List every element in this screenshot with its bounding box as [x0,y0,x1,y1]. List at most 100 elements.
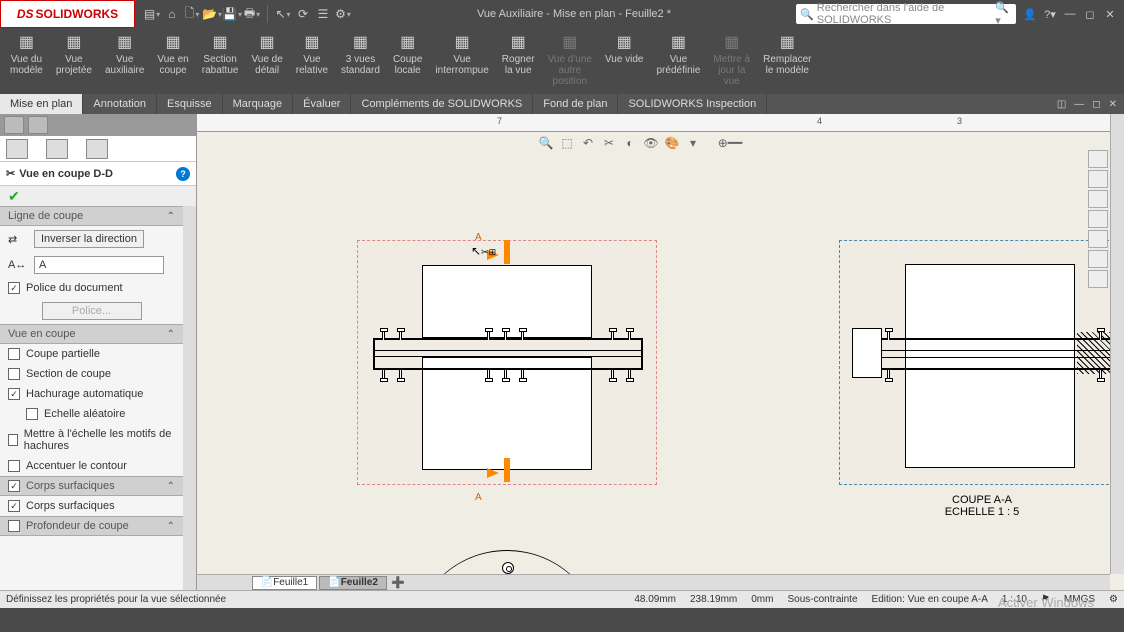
sheet-nav-last-icon[interactable]: ⏭ [236,576,250,589]
menu-icon[interactable]: ▤ [143,5,161,23]
view-palette-tab-icon[interactable] [1088,210,1108,228]
tab-close-icon[interactable]: ✕ [1106,99,1120,110]
ribbon-btn-12[interactable]: ▦Vue vide [599,30,650,92]
list-icon[interactable]: ☰ [314,5,332,23]
scale-hatch-checkbox[interactable] [8,434,18,446]
minimize-icon[interactable]: — [1062,6,1078,22]
hide-show-icon[interactable]: 👁 [642,134,660,152]
open-icon[interactable]: 📂 [203,5,221,23]
surface-bodies-header[interactable]: ✓ Corps surfaciques⌃ [0,476,183,496]
ribbon-btn-4[interactable]: ▦Sectionrabattue [196,30,245,92]
drawing-canvas[interactable]: 🔍 ⬚ ↶ ✂ ◐ 👁 🎨 ▾ ⊕━━ [197,132,1124,590]
ribbon-btn-1[interactable]: ▦Vueprojetée [50,30,98,92]
property-tab-icon[interactable] [46,139,68,159]
ribbon-tab-solidworks-inspection[interactable]: SOLIDWORKS Inspection [618,94,767,114]
prev-view-icon[interactable]: ↶ [579,134,597,152]
ribbon-tab-marquage[interactable]: Marquage [223,94,294,114]
ribbon-btn-15[interactable]: ▦Remplacerle modèle [757,30,817,92]
confirm-ok-icon[interactable]: ✔ [8,188,20,204]
ribbon-btn-13[interactable]: ▦Vueprédéfinie [651,30,707,92]
panel-tab-2[interactable] [28,116,48,134]
section-line-marker-bottom[interactable] [504,458,510,482]
panel-tab-1[interactable] [4,116,24,134]
zoom-fit-icon[interactable]: 🔍 [537,134,555,152]
reverse-direction-icon[interactable]: ⇄ [8,233,28,246]
print-icon[interactable]: 🖶 [243,5,261,23]
new-icon[interactable]: 🗋 [183,5,201,23]
cut-depth-header[interactable]: Profondeur de coupe⌃ [0,516,183,536]
display-style-icon[interactable]: ◐ [621,134,639,152]
user-icon[interactable]: 👤 [1022,6,1038,22]
maximize-icon[interactable]: ◻ [1082,6,1098,22]
settings-icon[interactable]: ⚙ [334,5,352,23]
partial-cut-checkbox[interactable] [8,348,20,360]
home-icon[interactable]: ⌂ [163,5,181,23]
forum-tab-icon[interactable] [1088,270,1108,288]
edit-appearance-icon[interactable]: 🎨 [663,134,681,152]
feature-tree-tab-icon[interactable] [6,139,28,159]
ribbon-tab-esquisse[interactable]: Esquisse [157,94,223,114]
status-gear-icon[interactable]: ⚙ [1109,594,1118,605]
auto-hatch-checkbox[interactable]: ✓ [8,388,20,400]
ribbon-btn-6[interactable]: ▦Vuerelative [290,30,334,92]
resources-tab-icon[interactable] [1088,150,1108,168]
ribbon-btn-8[interactable]: ▦Coupelocale [387,30,428,92]
section-line-marker-top[interactable] [504,240,510,264]
cursor-icon[interactable]: ↖ [274,5,292,23]
emphasize-contour-label: Accentuer le contour [26,460,127,472]
zoom-area-icon[interactable]: ⬚ [558,134,576,152]
help-search-input[interactable]: 🔍 Rechercher dans l'aide de SOLIDWORKS 🔍… [796,4,1016,24]
sheet-tab-2[interactable]: 📄 Feuille2 [319,576,387,590]
cut-section-checkbox[interactable] [8,368,20,380]
add-sheet-icon[interactable]: ➕ [387,576,409,589]
ribbon-btn-2[interactable]: ▦Vueauxiliaire [99,30,150,92]
emphasize-contour-checkbox[interactable] [8,460,20,472]
custom-props-tab-icon[interactable] [1088,250,1108,268]
doc-font-checkbox[interactable]: ✓ [8,282,20,294]
design-library-tab-icon[interactable] [1088,170,1108,188]
sheet-nav-first-icon[interactable]: ⏮ [197,576,211,589]
appearances-tab-icon[interactable] [1088,230,1108,248]
panel-scrollbar[interactable] [183,206,196,590]
ribbon-btn-9[interactable]: ▦Vueinterrompue [429,30,494,92]
tab-minimize-icon[interactable]: — [1071,99,1087,110]
random-scale-checkbox[interactable] [26,408,38,420]
file-explorer-tab-icon[interactable] [1088,190,1108,208]
panel-help-icon[interactable]: ? [176,167,190,181]
font-button[interactable]: Police... [42,302,142,320]
reverse-direction-button[interactable]: Inverser la direction [34,230,144,248]
cut-depth-section-checkbox[interactable] [8,520,20,532]
close-icon[interactable]: ✕ [1102,6,1118,22]
ribbon-tab-évaluer[interactable]: Évaluer [293,94,351,114]
ribbon-tab-fond-de-plan[interactable]: Fond de plan [533,94,618,114]
surface-bodies-checkbox[interactable]: ✓ [8,500,20,512]
ribbon-btn-3[interactable]: ▦Vue encoupe [151,30,194,92]
sheet-nav-prev-icon[interactable]: ◀ [211,576,223,589]
section-view-icon[interactable]: ✂ [600,134,618,152]
section-view-options-header[interactable]: Vue en coupe⌃ [0,324,183,344]
ribbon-tab-compléments-de-solidworks[interactable]: Compléments de SOLIDWORKS [351,94,533,114]
section-letter-input[interactable] [34,256,164,274]
scroll-right-icon[interactable]: ▶ [1090,576,1110,589]
rebuild-icon[interactable]: ⟳ [294,5,312,23]
help-icon[interactable]: ?▾ [1042,6,1058,22]
ribbon-tab-mise-en-plan[interactable]: Mise en plan [0,94,83,114]
ribbon-tab-annotation[interactable]: Annotation [83,94,157,114]
scroll-left-icon[interactable]: ◀ [1069,576,1089,589]
tab-maximize-icon[interactable]: ◻ [1089,99,1103,110]
toolbar-handle[interactable]: ⊕━━ [705,134,755,152]
tab-options-icon[interactable]: ◫ [1054,99,1069,110]
ribbon-btn-5[interactable]: ▦Vue dedétail [245,30,288,92]
surface-bodies-section-checkbox[interactable]: ✓ [8,480,20,492]
vertical-scrollbar[interactable] [1110,114,1124,574]
sheet-nav-next-icon[interactable]: ▶ [223,576,235,589]
sheet-tab-1[interactable]: 📄 Feuille1 [252,576,317,590]
section-cut-line-header[interactable]: Ligne de coupe⌃ [0,206,183,226]
ribbon-btn-7[interactable]: ▦3 vuesstandard [335,30,386,92]
ribbon-btn-10[interactable]: ▦Rognerla vue [496,30,541,92]
config-tab-icon[interactable] [86,139,108,159]
ribbon-btn-0[interactable]: ▦Vue dumodèle [4,30,49,92]
save-icon[interactable]: 💾 [223,5,241,23]
sheet-tab-bar: ⏮ ◀ ▶ ⏭ 📄 Feuille1 📄 Feuille2 ➕ ◀ ▶ [197,574,1110,590]
scene-icon[interactable]: ▾ [684,134,702,152]
